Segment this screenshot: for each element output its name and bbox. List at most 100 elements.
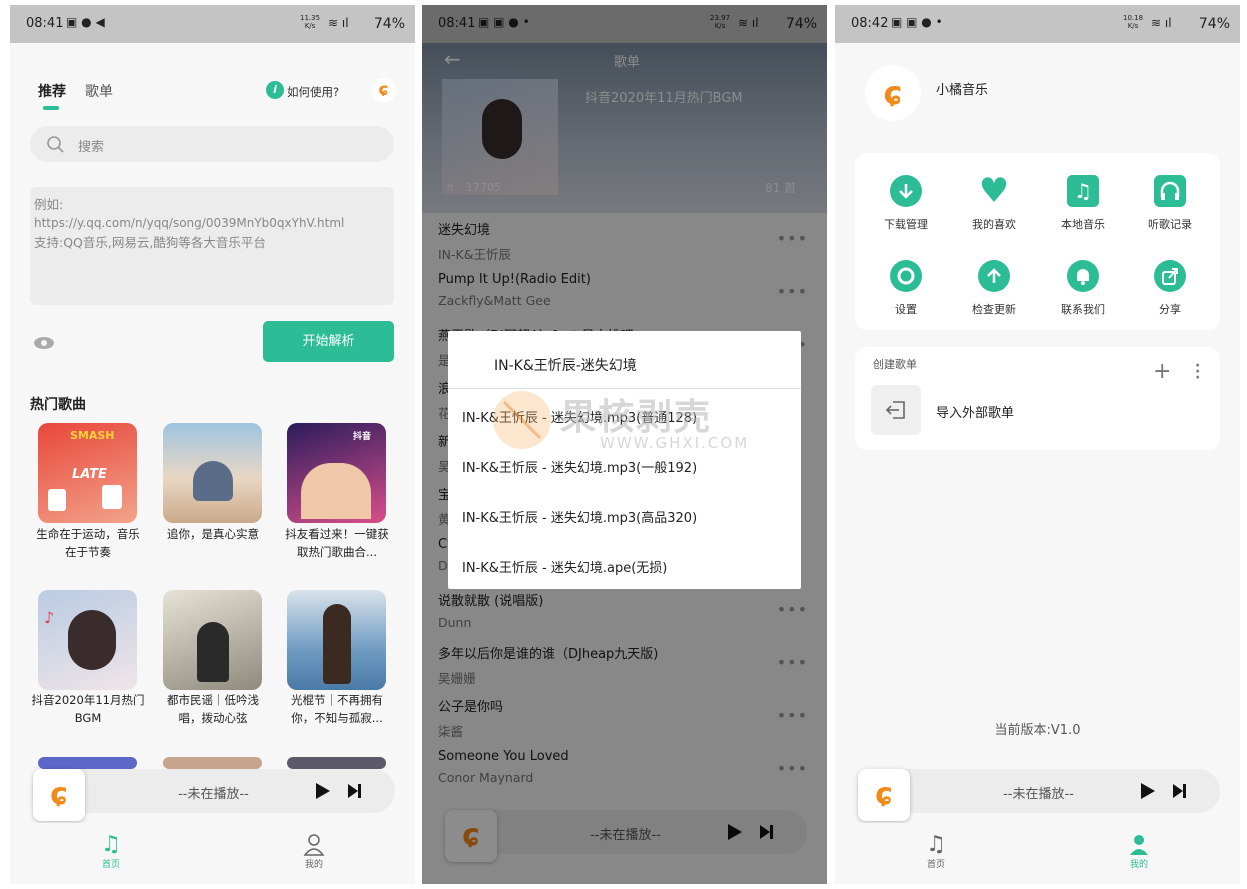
search-placeholder: 搜索	[78, 140, 105, 155]
status-bar: 08:42 ▣ ▣ ● • 10.18 K/s ≋ ıl 74%	[835, 5, 1240, 43]
nav-label: 首页	[101, 860, 120, 870]
create-playlist-card: 创建歌单 + · · · 导入外部歌单	[855, 347, 1220, 450]
playlist-caption[interactable]: 光棍节｜不再拥有 你，不知与孤寂...	[277, 691, 397, 727]
music-note-icon: ♫	[101, 832, 121, 857]
grid-item-download[interactable]: 下载管理	[866, 175, 946, 232]
bottom-nav: ♫ 首页 我的	[835, 823, 1240, 884]
seaside-girl-image	[323, 604, 351, 684]
playlist-screen: 08:41 ▣ ▣ ● • 23.97 K/s ≋ ıl 74% ← 歌单 抖音2…	[422, 5, 827, 884]
playlist-cover[interactable]	[163, 590, 262, 690]
player-cover[interactable]: ɕ	[33, 769, 85, 821]
nav-label: 我的	[1129, 860, 1148, 870]
section-title: 创建歌单	[873, 358, 917, 371]
playlist-cover[interactable]	[287, 590, 386, 690]
app-logo-icon: ɕ	[875, 777, 893, 812]
tiktok-icon: ♪	[44, 608, 55, 627]
search-input[interactable]: 搜索	[30, 126, 394, 162]
profile-screen: 08:42 ▣ ▣ ● • 10.18 K/s ≋ ıl 74% ɕ 小橘音乐 下…	[835, 5, 1240, 884]
add-icon[interactable]: +	[1153, 361, 1171, 383]
version-text: 当前版本:V1.0	[994, 723, 1081, 738]
bell-icon	[1067, 260, 1099, 292]
grid-item-contact[interactable]: 联系我们	[1043, 260, 1123, 317]
heart-icon: ♥	[978, 171, 1010, 211]
playlist-cover[interactable]	[163, 757, 262, 769]
status-time: 08:41	[26, 16, 64, 31]
notification-icon: ▣ ● ◀	[66, 15, 105, 29]
playlist-caption[interactable]: 追你，是真心实意	[153, 525, 273, 543]
nav-home[interactable]: ♫ 首页	[81, 832, 141, 871]
player-status: --未在播放--	[1003, 787, 1074, 802]
tab-recommend[interactable]: 推荐	[38, 81, 66, 101]
playlist-caption[interactable]: 都市民谣｜低吟浅 唱，拨动心弦	[153, 691, 273, 727]
nav-mine[interactable]: 我的	[1109, 833, 1169, 870]
playlist-cover[interactable]	[163, 423, 262, 523]
app-name: 小橘音乐	[936, 83, 989, 98]
function-grid-card: 下载管理 ♥ 我的喜欢 ♫ 本地音乐 听歌记录 设置 检查更新 联系我们 分享	[855, 153, 1220, 330]
app-logo-icon: ɕ	[50, 777, 68, 812]
more-vertical-icon[interactable]: · · ·	[1195, 359, 1200, 385]
parse-button[interactable]: 开始解析	[263, 321, 394, 362]
tab-playlist[interactable]: 歌单	[85, 81, 113, 101]
playlist-cover[interactable]	[287, 757, 386, 769]
headphones-icon	[1154, 175, 1186, 207]
help-link[interactable]: 如何使用?	[287, 84, 339, 100]
cover-text: 抖音	[353, 432, 372, 442]
roller-skate-image	[102, 485, 122, 509]
mini-player[interactable]: --未在播放--	[857, 769, 1220, 813]
grid-item-local-music[interactable]: ♫ 本地音乐	[1043, 175, 1123, 232]
avatar[interactable]: ɕ	[865, 65, 921, 121]
nav-label: 我的	[304, 860, 323, 870]
person-icon	[303, 834, 325, 856]
grid-item-update[interactable]: 检查更新	[954, 260, 1034, 317]
cover-text: LATE	[72, 467, 107, 482]
grid-label: 联系我们	[1061, 303, 1105, 316]
illustration-image	[193, 461, 233, 501]
eye-icon[interactable]	[33, 336, 55, 350]
playlist-cover[interactable]: SMASH LATE	[38, 423, 137, 523]
status-bar: 08:41 ▣ ● ◀ 11.35 K/s ≋ ıl 74%	[10, 5, 415, 43]
grid-item-settings[interactable]: 设置	[866, 260, 946, 317]
nav-home[interactable]: ♫ 首页	[906, 832, 966, 871]
playlist-cover[interactable]	[38, 757, 137, 769]
info-icon[interactable]: i	[266, 81, 284, 99]
grid-item-history[interactable]: 听歌记录	[1130, 175, 1210, 232]
playlist-cover[interactable]: 抖音	[287, 423, 386, 523]
grid-item-share[interactable]: 分享	[1130, 260, 1210, 317]
play-icon[interactable]	[1141, 783, 1155, 799]
playlist-caption[interactable]: 生命在于运动，音乐 在于节奏	[28, 525, 148, 561]
person-icon	[1130, 835, 1148, 855]
hint-line-3: 支持:QQ音乐,网易云,酷狗等各大音乐平台	[34, 235, 266, 250]
network-speed: 11.35 K/s	[300, 14, 321, 30]
grid-label: 设置	[895, 303, 917, 316]
hint-line-2: https://y.qq.com/n/yqq/song/0039MnYb0qxY…	[34, 216, 345, 230]
grid-label: 我的喜欢	[972, 218, 1016, 231]
watermark-logo-icon	[493, 391, 551, 449]
import-icon[interactable]	[871, 385, 921, 435]
grid-label: 听歌记录	[1148, 218, 1192, 231]
arrow-up-icon	[978, 260, 1010, 292]
music-note-icon: ♫	[1067, 175, 1099, 207]
quality-option[interactable]: IN-K&王忻辰 - 迷失幻境.mp3(高品320)	[462, 507, 697, 526]
cover-text: SMASH	[70, 429, 115, 442]
music-note-icon: ♫	[926, 832, 946, 857]
playlist-caption[interactable]: 抖音2020年11月热门 BGM	[28, 691, 148, 727]
quality-option[interactable]: IN-K&王忻辰 - 迷失幻境.ape(无损)	[462, 557, 667, 576]
playlist-cover[interactable]: ♪	[38, 590, 137, 690]
nav-mine[interactable]: 我的	[284, 833, 344, 870]
app-logo-icon[interactable]: ɕ	[371, 78, 396, 103]
dialog-title: IN-K&王忻辰-迷失幻境	[494, 358, 637, 374]
status-time: 08:42	[851, 16, 889, 31]
bottom-nav: ♫ 首页 我的	[10, 823, 415, 884]
import-playlist-button[interactable]: 导入外部歌单	[936, 402, 1014, 421]
nav-label: 首页	[926, 860, 945, 870]
playlist-caption[interactable]: 抖友看过来！一键获 取热门歌曲合...	[277, 525, 397, 561]
player-cover[interactable]: ɕ	[858, 769, 910, 821]
play-icon[interactable]	[316, 783, 330, 799]
player-status: --未在播放--	[178, 787, 249, 802]
link-input-field[interactable]: 例如: https://y.qq.com/n/yqq/song/0039MnYb…	[30, 187, 394, 305]
grid-item-favorites[interactable]: ♥ 我的喜欢	[954, 171, 1034, 232]
mini-player[interactable]: --未在播放--	[32, 769, 395, 813]
wifi-signal-icon: ≋ ıl	[328, 16, 349, 30]
home-screen: 08:41 ▣ ● ◀ 11.35 K/s ≋ ıl 74% 推荐 歌单 i 如何…	[10, 5, 415, 884]
section-title: 热门歌曲	[30, 397, 86, 413]
